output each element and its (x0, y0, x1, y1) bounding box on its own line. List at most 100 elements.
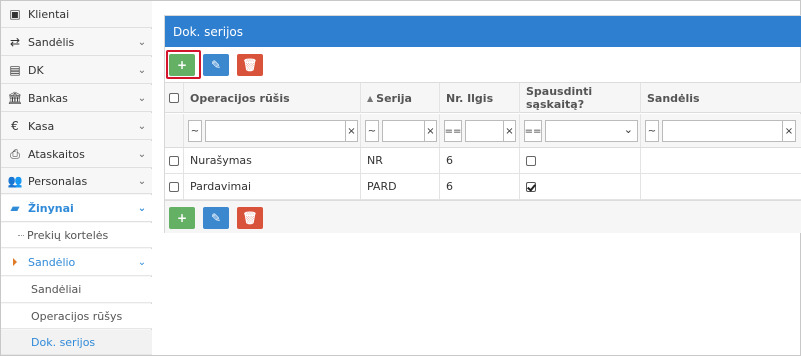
highlight-box (166, 50, 201, 79)
chevron-down-icon: ⌄ (137, 92, 147, 104)
sort-icon: ▲ (367, 93, 374, 103)
document-series-panel: Dok. serijos + ✎ 🗑 Operacijos rūšis ▲ Se… (164, 15, 801, 233)
filter-input-ilgis[interactable] (465, 120, 504, 142)
filter-operator[interactable]: ~ (645, 120, 659, 142)
column-label: Nr. Ilgis (446, 91, 494, 105)
filter-operator[interactable]: ~ (365, 120, 379, 142)
sidebar-subsubitem-operacijos-rusys[interactable]: Operacijos rūšys (1, 304, 152, 329)
sidebar-item-klientai[interactable]: ▣ Klientai (1, 1, 152, 28)
sidebar-subitem-sandelio[interactable]: Sandėlio ⌄ (1, 249, 152, 276)
chevron-down-icon: ⌄ (137, 148, 147, 160)
sidebar-item-zinynai[interactable]: ▰ Žinynai ⌄ (1, 195, 152, 222)
col-header-operacijos-rusis[interactable]: Operacijos rūšis (184, 83, 361, 113)
sidebar-item-personalas[interactable]: 👥 Personalas ⌄ (1, 169, 152, 194)
cell-serija: NR (361, 148, 440, 173)
filter-operator[interactable]: == (444, 120, 462, 142)
add-button-bottom[interactable]: + (169, 207, 195, 229)
select-all-checkbox[interactable] (169, 93, 179, 103)
cell-operacija: Pardavimai (184, 174, 361, 199)
chevron-down-icon: ⌄ (137, 175, 147, 187)
sidebar-item-label: DK (28, 63, 44, 77)
sidebar: ▣ Klientai ⇄ Sandėlis ⌄ ▤ DK ⌄ 🏛 Bankas … (1, 1, 152, 355)
sidebar-item-label: Sandėlis (28, 35, 75, 49)
sidebar-item-label: Žinynai (28, 201, 74, 215)
filter-clear-button[interactable]: × (782, 120, 796, 142)
sidebar-subsubitem-sandeliai[interactable]: Sandėliai (1, 277, 152, 303)
bank-icon: 🏛 (7, 91, 23, 105)
delete-button[interactable]: 🗑 (237, 54, 263, 76)
tree-connector (18, 235, 24, 236)
filter-input-serija[interactable] (382, 120, 425, 142)
filter-cell-spausdinti: == ⌄ (520, 114, 641, 147)
filter-cell-empty (165, 114, 184, 147)
sidebar-subsubitem-label: Operacijos rūšys (31, 309, 123, 323)
sidebar-item-label: Ataskaitos (28, 147, 85, 161)
row-checkbox[interactable] (169, 181, 179, 192)
filter-clear-button[interactable]: × (345, 120, 358, 142)
panel-title: Dok. serijos (165, 16, 801, 47)
cell-sandelis (641, 148, 801, 173)
book-icon: ▤ (9, 63, 21, 77)
filter-select-spausdinti[interactable]: ⌄ (545, 120, 638, 142)
chevron-down-icon: ⌄ (137, 120, 147, 132)
cell-ilgis: 6 (440, 174, 520, 199)
sidebar-subsubitem-dok-serijos[interactable]: Dok. serijos (1, 330, 152, 355)
chevron-down-icon: ⌄ (137, 202, 147, 214)
caret-right-icon (13, 258, 17, 266)
sidebar-item-kasa[interactable]: € Kasa ⌄ (1, 113, 152, 140)
filter-row: ~ × ~ × == × == ⌄ ~ × (165, 114, 801, 148)
pencil-icon: ✎ (210, 211, 222, 225)
cell-operacija: Nurašymas (184, 148, 361, 173)
pencil-icon: ✎ (210, 58, 222, 72)
col-header-sandelis[interactable]: Sandėlis (641, 83, 801, 113)
col-header-nr-ilgis[interactable]: Nr. Ilgis (440, 83, 520, 113)
filter-input-sandelis[interactable] (662, 120, 783, 142)
column-label: Sandėlis (647, 91, 700, 105)
sidebar-item-label: Bankas (28, 91, 68, 105)
trash-icon: 🗑 (242, 58, 258, 72)
chevron-down-icon: ⌄ (623, 123, 633, 136)
filter-clear-button[interactable]: × (424, 120, 437, 142)
row-checkbox[interactable] (169, 155, 179, 166)
chevron-down-icon: ⌄ (137, 36, 147, 48)
sidebar-item-label: Kasa (28, 119, 55, 133)
column-label: Serija (376, 91, 412, 105)
sidebar-item-dk[interactable]: ▤ DK ⌄ (1, 57, 152, 84)
sidebar-item-ataskaitos[interactable]: ⎙ Ataskaitos ⌄ (1, 141, 152, 168)
exchange-icon: ⇄ (9, 35, 21, 49)
table-header: Operacijos rūšis ▲ Serija Nr. Ilgis Spau… (165, 82, 801, 113)
select-all-cell (165, 83, 184, 113)
column-label: Operacijos rūšis (190, 91, 290, 105)
col-header-spausdinti[interactable]: Spausdinti sąskaitą? (520, 83, 641, 113)
print-icon: ⎙ (10, 146, 20, 161)
cell-ilgis: 6 (440, 148, 520, 173)
sidebar-item-label: Klientai (28, 7, 70, 21)
sidebar-subsubitem-label: Dok. serijos (31, 335, 96, 349)
col-header-serija[interactable]: ▲ Serija (361, 83, 440, 113)
filter-clear-button[interactable]: × (503, 120, 516, 142)
folder-open-icon: ▰ (10, 201, 20, 215)
sidebar-item-sandelis[interactable]: ⇄ Sandėlis ⌄ (1, 29, 152, 56)
filter-cell-operacijos: ~ × (184, 114, 361, 147)
delete-button-bottom[interactable]: 🗑 (237, 207, 263, 229)
address-book-icon: ▣ (9, 7, 21, 21)
sidebar-item-bankas[interactable]: 🏛 Bankas ⌄ (1, 85, 152, 112)
euro-icon: € (11, 119, 19, 133)
print-invoice-unchecked (526, 155, 536, 166)
edit-button[interactable]: ✎ (203, 54, 229, 76)
filter-cell-ilgis: == × (440, 114, 520, 147)
table-row[interactable]: Nurašymas NR 6 (165, 148, 801, 174)
sidebar-subitem-label: Sandėlio (28, 255, 76, 269)
filter-input-operacijos[interactable] (205, 120, 346, 142)
filter-cell-serija: ~ × (361, 114, 440, 147)
row-select-cell (165, 148, 184, 173)
filter-operator[interactable]: ~ (188, 120, 202, 142)
cell-spausdinti (520, 174, 641, 199)
print-invoice-checked (526, 181, 536, 192)
edit-button-bottom[interactable]: ✎ (203, 207, 229, 229)
chevron-down-icon: ⌄ (137, 64, 147, 76)
filter-operator[interactable]: == (524, 120, 542, 142)
table-row[interactable]: Pardavimai PARD 6 (165, 174, 801, 200)
sidebar-item-label: Personalas (28, 174, 88, 188)
trash-icon: 🗑 (242, 211, 258, 225)
